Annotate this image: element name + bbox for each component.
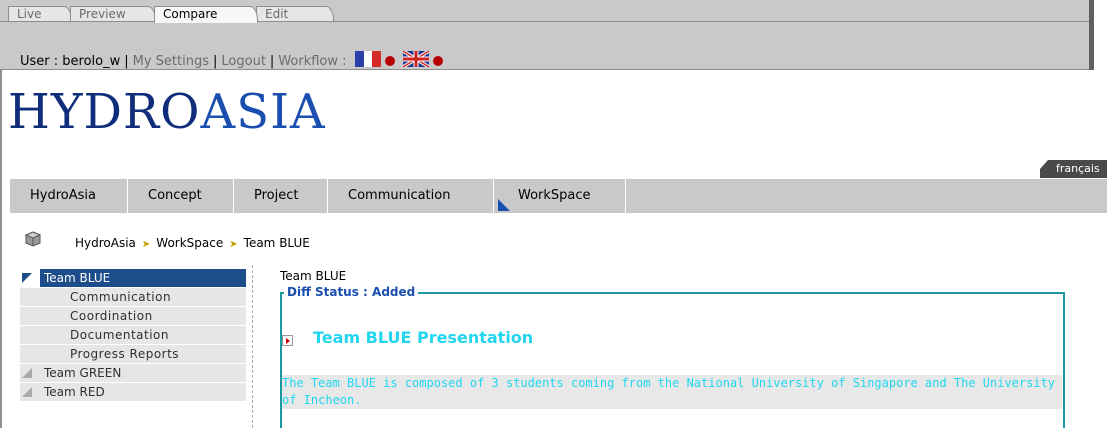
scrollbar[interactable] (1089, 0, 1094, 70)
breadcrumb-item[interactable]: HydroAsia (75, 236, 136, 250)
user-bar-line: User : berolo_w | My Settings | Logout | Workf… (20, 51, 443, 69)
page-title: Team BLUE (280, 269, 347, 283)
breadcrumb-arrow-icon: ➤ (229, 239, 238, 250)
workflow-label: Workflow : (278, 54, 347, 69)
tab-preview[interactable]: Preview (70, 6, 156, 22)
user-label: User : berolo_w (20, 54, 121, 69)
status-dot-icon (432, 56, 443, 66)
my-settings-link[interactable]: My Settings (133, 54, 209, 69)
tab-live[interactable]: Live (8, 6, 72, 22)
nav-communication[interactable]: Communication (328, 179, 494, 213)
column-divider (252, 265, 253, 428)
sidebar-item-team-blue[interactable]: Team BLUE (20, 269, 246, 288)
sidebar-item-coordination[interactable]: Coordination (20, 307, 246, 326)
user-bar: User : berolo_w | My Settings | Logout | Workf… (0, 22, 1089, 70)
sidebar-item-team-red[interactable]: Team RED (20, 383, 246, 402)
sidebar: Team BLUE Communication Coordination Doc… (20, 269, 246, 402)
active-corner-icon (498, 199, 510, 211)
description-text: The Team BLUE is composed of 3 students … (282, 375, 1062, 409)
french-flag-icon[interactable] (354, 51, 381, 67)
main-nav: HydroAsia Concept Project Communication … (10, 179, 1107, 213)
nav-concept[interactable]: Concept (128, 179, 234, 213)
nav-project[interactable]: Project (234, 179, 328, 213)
logout-link[interactable]: Logout (221, 54, 266, 69)
expand-bullet-icon[interactable] (282, 335, 293, 346)
language-switch[interactable]: français (1040, 160, 1107, 178)
nav-workspace[interactable]: WorkSpace (494, 179, 626, 213)
sidebar-item-team-green[interactable]: Team GREEN (20, 364, 246, 383)
breadcrumb-arrow-icon: ➤ (141, 239, 151, 250)
sidebar-item-documentation[interactable]: Documentation (20, 326, 246, 345)
breadcrumb: HydroAsia ➤ WorkSpace ➤ Team BLUE (75, 236, 310, 250)
status-dot-icon (384, 56, 395, 66)
mode-tab-bar: Live Preview Compare Edit (0, 0, 1089, 23)
breadcrumb-item[interactable]: WorkSpace (156, 236, 223, 250)
tab-edit[interactable]: Edit (256, 6, 334, 22)
collapsed-triangle-icon (22, 368, 32, 378)
presentation-heading[interactable]: Team BLUE Presentation (313, 328, 533, 347)
cube-icon (25, 231, 41, 247)
nav-hydroasia[interactable]: HydroAsia (10, 179, 128, 213)
site-logo[interactable]: HYDROASIA (8, 84, 326, 140)
page-border (0, 70, 2, 428)
tab-compare[interactable]: Compare (154, 6, 258, 23)
expanded-triangle-icon (22, 273, 32, 283)
uk-flag-icon[interactable] (402, 51, 429, 67)
sidebar-item-progress-reports[interactable]: Progress Reports (20, 345, 246, 364)
breadcrumb-item: Team BLUE (243, 236, 310, 250)
collapsed-triangle-icon (22, 387, 32, 397)
diff-status-label: Diff Status : Added (284, 285, 419, 299)
sidebar-item-communication[interactable]: Communication (20, 288, 246, 307)
